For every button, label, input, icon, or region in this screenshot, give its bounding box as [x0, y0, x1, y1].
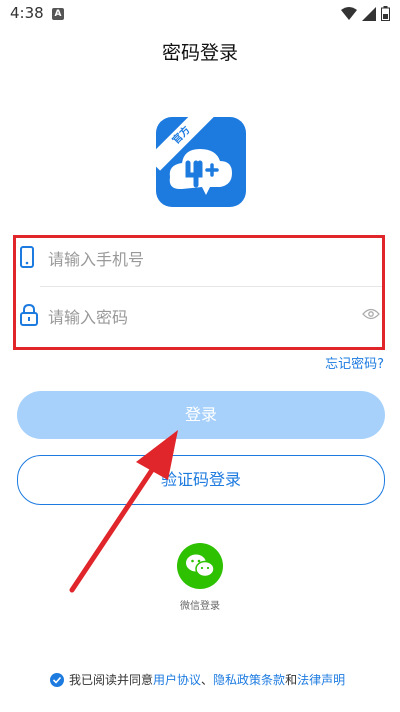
annotation-highlight-box	[13, 235, 385, 350]
wechat-login-icon[interactable]	[177, 543, 223, 589]
status-icons	[341, 6, 390, 21]
signal-icon	[362, 6, 376, 21]
status-time: 4:38	[10, 4, 44, 22]
login-button[interactable]: 登录	[17, 391, 385, 439]
user-agreement-link[interactable]: 用户协议	[153, 671, 201, 688]
battery-icon	[381, 6, 390, 21]
page-title: 密码登录	[161, 42, 238, 64]
legal-notice-link[interactable]: 法律声明	[297, 671, 345, 688]
wechat-icon	[186, 554, 215, 578]
status-bar: 4:38 A	[0, 0, 400, 28]
agreement-line: 我已阅读并同意 用户协议 、 隐私政策条款 和 法律声明	[50, 671, 345, 688]
agreement-separator: 、	[201, 673, 214, 687]
privacy-policy-link[interactable]: 隐私政策条款	[213, 671, 285, 688]
agreement-and: 和	[285, 673, 298, 687]
wifi-icon	[341, 6, 357, 20]
app-logo: 官方	[156, 117, 246, 207]
agreement-prefix: 我已阅读并同意	[69, 673, 154, 687]
forgot-password-link[interactable]: 忘记密码?	[325, 353, 384, 372]
wechat-login-label: 微信登录	[180, 601, 220, 612]
checkbox-checked-icon[interactable]	[50, 672, 64, 687]
notification-a-icon: A	[52, 8, 64, 20]
sms-login-button[interactable]: 验证码登录	[17, 455, 385, 505]
